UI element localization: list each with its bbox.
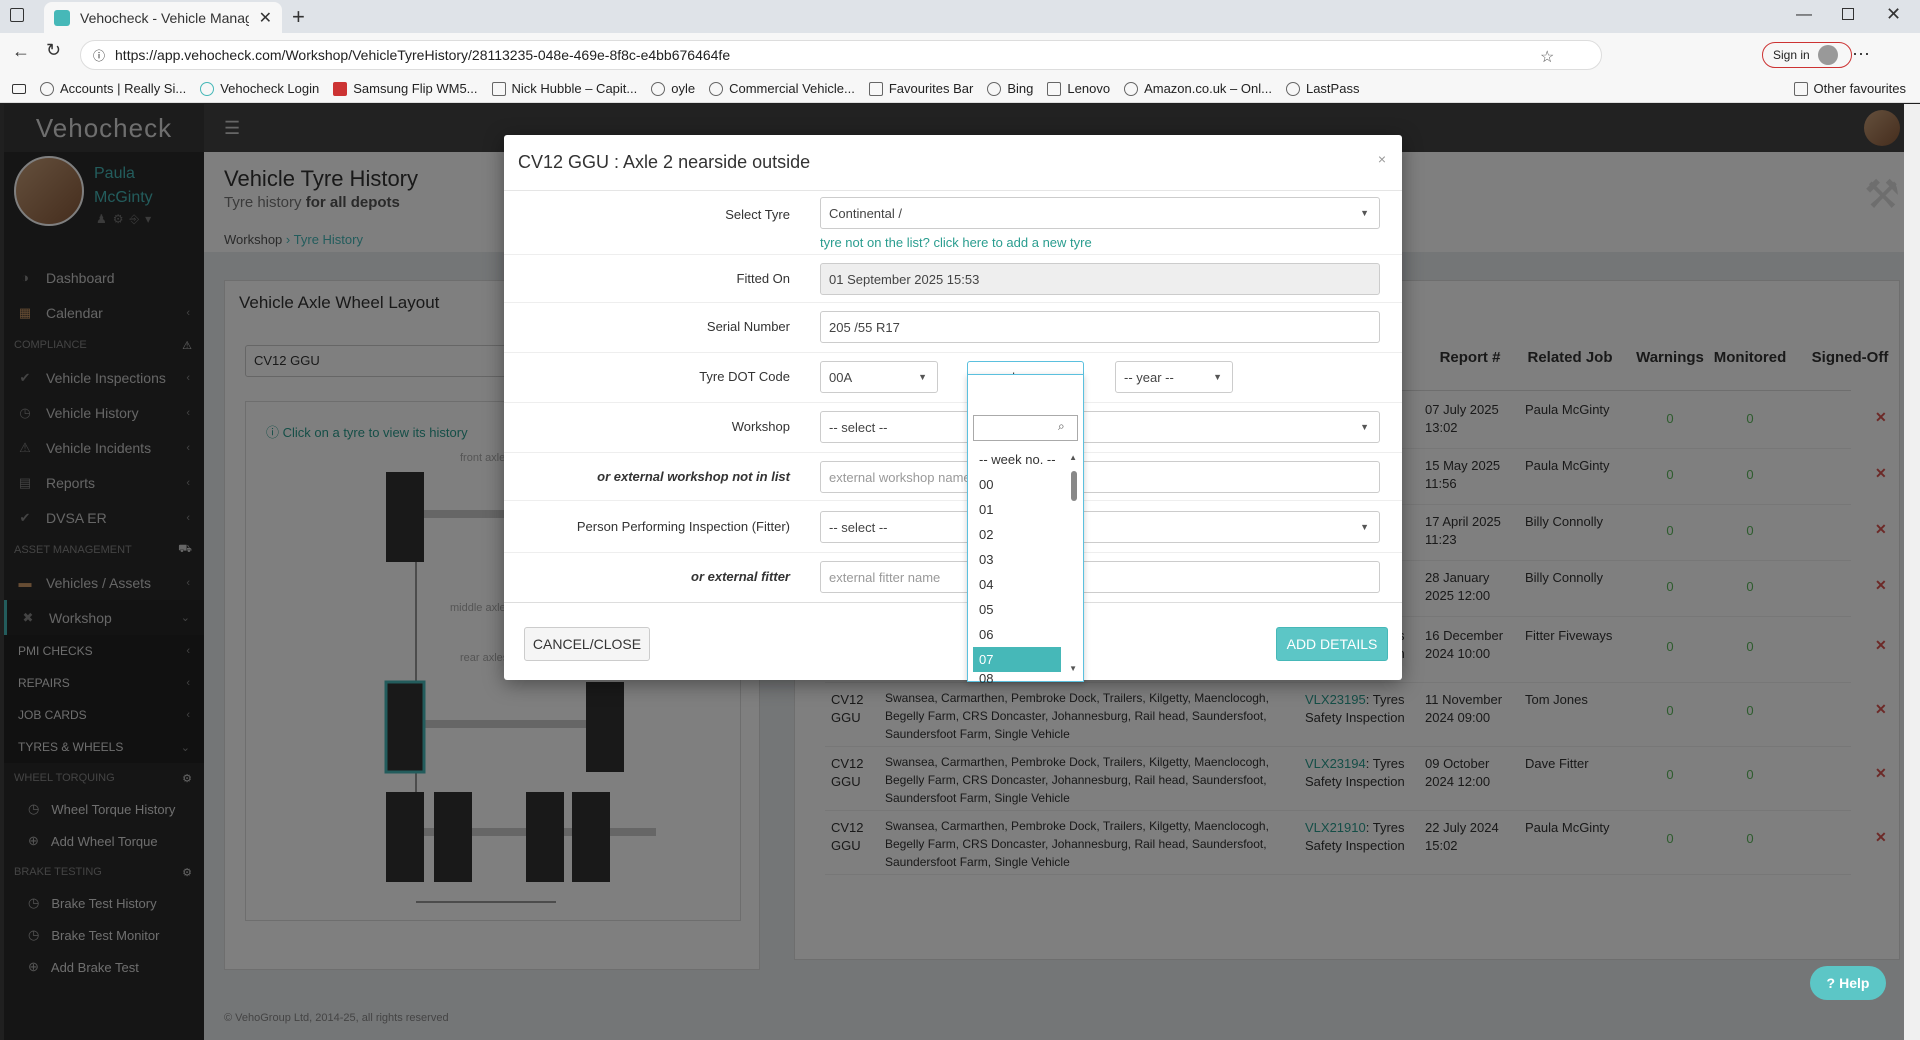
week-option[interactable]: 07: [973, 647, 1061, 672]
cancel-close-button[interactable]: CANCEL/CLOSE: [524, 627, 650, 661]
week-option[interactable]: 08: [973, 672, 1061, 684]
help-icon: ?: [1826, 975, 1836, 991]
row-serial: Serial Number 205 /55 R17: [504, 303, 1402, 353]
url-text: https://app.vehocheck.com/Workshop/Vehic…: [115, 47, 731, 63]
dot-code-label: Tyre DOT Code: [699, 369, 790, 384]
close-tab-icon[interactable]: ✕: [259, 8, 272, 28]
browser-tab[interactable]: Vehocheck - Vehicle Managemen ✕: [44, 2, 282, 33]
bookmark-item[interactable]: LastPass: [1285, 81, 1359, 96]
refresh-icon[interactable]: ↻: [46, 40, 61, 61]
other-favourites[interactable]: Other favourites: [1793, 81, 1906, 96]
fitter-label: Person Performing Inspection (Fitter): [576, 519, 790, 534]
fitted-on-field[interactable]: 01 September 2025 15:53: [820, 263, 1380, 295]
scroll-down-icon[interactable]: ▼: [1069, 664, 1077, 673]
bookmark-item[interactable]: Accounts | Really Si...: [40, 81, 186, 96]
bookmark-folder[interactable]: Favourites Bar: [868, 81, 973, 96]
favicon-icon: [54, 9, 70, 26]
week-option[interactable]: 02: [973, 522, 1061, 547]
scroll-up-icon[interactable]: ▲: [1069, 453, 1077, 462]
workshop-select[interactable]: -- select -- ▼: [820, 411, 1380, 443]
week-dropdown-list: ⌕ ▲ ▼ -- week no. -- 00 01 02 03 04 05 06 07 08: [967, 374, 1084, 684]
bookmark-item[interactable]: Vehocheck Login: [200, 81, 319, 96]
restore-icon[interactable]: [1842, 8, 1854, 20]
bookmark-item[interactable]: Commercial Vehicle...: [709, 81, 855, 96]
select-tyre-dropdown[interactable]: Continental / ▼: [820, 197, 1380, 229]
week-option[interactable]: 05: [973, 597, 1061, 622]
bookmarks-bar: Accounts | Really Si... Vehocheck Login …: [0, 75, 1920, 103]
bookmark-item[interactable]: Samsung Flip WM5...: [333, 81, 478, 96]
row-external-fitter: or external fitter external fitter name: [504, 553, 1402, 603]
workshop-label: Workshop: [731, 419, 790, 434]
bookmark-item[interactable]: Nick Hubble – Capit...: [491, 81, 637, 96]
row-fitted-on: Fitted On 01 September 2025 15:53: [504, 255, 1402, 303]
bookmark-folder[interactable]: Lenovo: [1047, 81, 1110, 96]
add-new-tyre-link[interactable]: tyre not on the list? click here to add …: [820, 235, 1092, 250]
external-workshop-label: or external workshop not in list: [597, 469, 790, 484]
sign-in-button[interactable]: Sign in: [1762, 42, 1852, 68]
dot-code-select[interactable]: 00A ▼: [820, 361, 938, 393]
week-option[interactable]: 01: [973, 497, 1061, 522]
search-icon: ⌕: [1058, 419, 1065, 433]
row-fitter: Person Performing Inspection (Fitter) --…: [504, 501, 1402, 553]
bookmark-item[interactable]: Bing: [987, 81, 1033, 96]
browser-tab-bar: Vehocheck - Vehicle Managemen ✕ + — ✕: [0, 0, 1920, 33]
week-option[interactable]: 06: [973, 622, 1061, 647]
week-option[interactable]: 03: [973, 547, 1061, 572]
tyre-modal: CV12 GGU : Axle 2 nearside outside × Sel…: [504, 135, 1402, 680]
close-window-icon[interactable]: ✕: [1886, 4, 1901, 25]
tab-actions-icon[interactable]: [10, 8, 24, 22]
fitter-select[interactable]: -- select -- ▼: [820, 511, 1380, 543]
tab-title: Vehocheck - Vehicle Managemen: [80, 9, 249, 26]
bookmark-item[interactable]: Amazon.co.uk – Onl...: [1124, 81, 1272, 96]
sign-in-label: Sign in: [1773, 48, 1810, 62]
reading-list-icon[interactable]: [12, 83, 26, 94]
site-info-icon[interactable]: ⓘ: [93, 47, 105, 64]
help-button[interactable]: ? Help: [1810, 966, 1886, 1000]
external-fitter-label: or external fitter: [691, 569, 790, 584]
bookmark-item[interactable]: oyle: [651, 81, 695, 96]
serial-label: Serial Number: [706, 319, 790, 334]
week-option[interactable]: 04: [973, 572, 1061, 597]
modal-close-icon[interactable]: ×: [1378, 151, 1386, 167]
serial-number-field[interactable]: 205 /55 R17: [820, 311, 1380, 343]
dropdown-scrollbar[interactable]: [1071, 471, 1077, 501]
external-fitter-input[interactable]: external fitter name: [820, 561, 1380, 593]
modal-title: CV12 GGU : Axle 2 nearside outside: [504, 135, 1402, 191]
back-icon[interactable]: ←: [12, 41, 30, 62]
row-workshop: Workshop -- select -- ▼: [504, 403, 1402, 453]
favorite-star-icon[interactable]: ☆: [1540, 47, 1554, 67]
new-tab-icon[interactable]: +: [292, 4, 305, 30]
row-select-tyre: Select Tyre Continental / ▼ tyre not on t…: [504, 191, 1402, 255]
week-option[interactable]: -- week no. --: [973, 447, 1061, 472]
add-details-button[interactable]: ADD DETAILS: [1276, 627, 1388, 661]
week-option[interactable]: 00: [973, 472, 1061, 497]
url-field[interactable]: ⓘ https://app.vehocheck.com/Workshop/Veh…: [80, 40, 1602, 70]
page-scrollbar[interactable]: [1904, 104, 1920, 1040]
row-dot-code: Tyre DOT Code 00A▼ -- week no. --▲ -- ye…: [504, 353, 1402, 403]
minimize-icon[interactable]: —: [1796, 6, 1812, 24]
fitted-on-label: Fitted On: [736, 271, 790, 286]
dot-year-select[interactable]: -- year -- ▼: [1115, 361, 1233, 393]
external-workshop-input[interactable]: external workshop name: [820, 461, 1380, 493]
select-tyre-label: Select Tyre: [725, 207, 790, 222]
profile-icon: [1817, 45, 1838, 65]
more-menu-icon[interactable]: ⋯: [1852, 44, 1870, 65]
row-external-workshop: or external workshop not in list externa…: [504, 453, 1402, 501]
